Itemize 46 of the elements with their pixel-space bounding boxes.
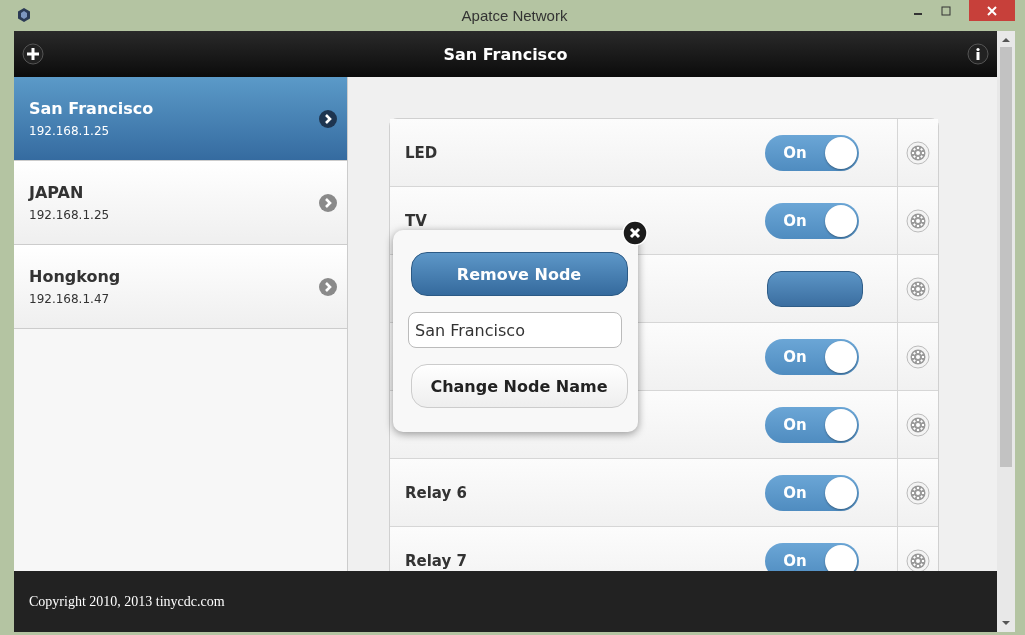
- device-label: TV: [405, 211, 427, 230]
- node-address: 192.168.1.47: [29, 292, 111, 306]
- chevron-icon: [319, 277, 337, 296]
- close-icon[interactable]: [622, 220, 648, 246]
- settings-icon[interactable]: [906, 412, 930, 437]
- node-item[interactable]: San Francisco 192.168.1.25: [14, 77, 347, 161]
- copyright-text: Copyright 2010, 2013 tinycdc.com: [29, 593, 225, 610]
- node-name: San Francisco: [29, 99, 154, 118]
- toggle-switch[interactable]: On: [765, 202, 859, 239]
- settings-icon[interactable]: [906, 140, 930, 165]
- remove-node-button[interactable]: Remove Node: [410, 252, 628, 296]
- settings-icon[interactable]: [906, 548, 930, 571]
- add-icon[interactable]: [22, 43, 44, 65]
- toggle-switch[interactable]: On: [765, 338, 859, 375]
- toggle-switch[interactable]: On: [765, 542, 859, 571]
- node-name: Hongkong: [29, 267, 121, 286]
- scroll-up-icon[interactable]: [1002, 37, 1010, 43]
- info-icon[interactable]: [967, 43, 989, 65]
- device-label: Relay 6: [405, 483, 467, 502]
- node-item[interactable]: Hongkong 192.168.1.47: [14, 245, 347, 329]
- device-label: LED: [405, 143, 438, 162]
- settings-icon[interactable]: [906, 480, 930, 505]
- device-label: Relay 7: [405, 551, 467, 570]
- chevron-icon: [319, 109, 337, 128]
- app-icon: [17, 8, 31, 22]
- node-address: 192.168.1.25: [29, 124, 111, 138]
- toggle-switch[interactable]: On: [765, 134, 859, 171]
- node-item[interactable]: JAPAN 192.168.1.25: [14, 161, 347, 245]
- settings-icon[interactable]: [906, 276, 930, 301]
- maximize-icon[interactable]: [941, 6, 951, 16]
- settings-icon[interactable]: [906, 208, 930, 233]
- scrollbar[interactable]: [997, 31, 1015, 632]
- window-title: Apatce Network: [460, 7, 569, 24]
- chevron-icon: [319, 193, 337, 212]
- close-button[interactable]: [969, 0, 1015, 21]
- node-address: 192.168.1.25: [29, 208, 110, 222]
- node-name: JAPAN: [29, 183, 85, 202]
- settings-icon[interactable]: [906, 344, 930, 369]
- change-name-button[interactable]: Change Node Name: [410, 364, 628, 408]
- close-icon: [987, 5, 997, 16]
- device-button[interactable]: [767, 270, 863, 307]
- header-title: San Francisco: [443, 44, 568, 64]
- name-input-field[interactable]: San Francisco: [408, 312, 622, 348]
- toggle-switch[interactable]: On: [765, 406, 859, 443]
- scroll-down-icon[interactable]: [1002, 620, 1010, 626]
- toggle-switch[interactable]: On: [765, 474, 859, 511]
